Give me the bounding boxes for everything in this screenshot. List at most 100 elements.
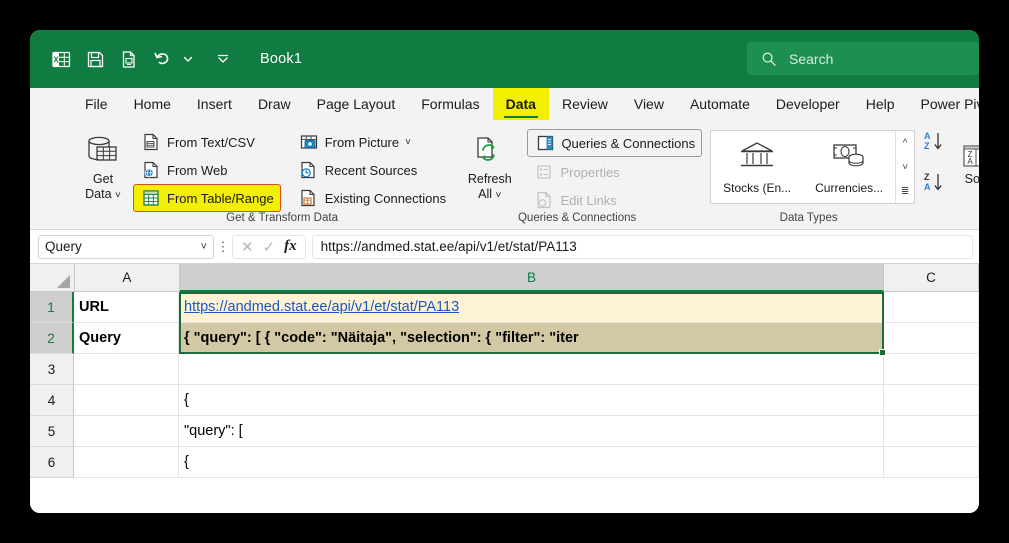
- search-icon: [759, 49, 779, 69]
- svg-text:X: X: [53, 55, 59, 64]
- row-header-6[interactable]: 6: [30, 447, 74, 478]
- tab-data[interactable]: Data: [492, 88, 549, 120]
- from-web-button[interactable]: From Web: [134, 157, 280, 183]
- row-header-2[interactable]: 2: [30, 323, 74, 354]
- cell-c6[interactable]: [884, 447, 979, 478]
- cell-b6[interactable]: {: [179, 447, 884, 478]
- tab-insert[interactable]: Insert: [184, 88, 245, 120]
- cell-a1[interactable]: URL: [74, 292, 179, 323]
- refresh-all-icon: [470, 130, 510, 172]
- cell-a3[interactable]: [74, 354, 179, 385]
- cell-b5[interactable]: "query": [: [179, 416, 884, 447]
- column-header-a[interactable]: A: [74, 264, 180, 292]
- ribbon-group-data-types: Stocks (En... Currencies... ^ ˅ ≣ Data T…: [702, 120, 916, 228]
- name-box[interactable]: Query ˅: [38, 234, 214, 259]
- excel-logo-icon[interactable]: X: [44, 42, 78, 76]
- tab-automate[interactable]: Automate: [677, 88, 763, 120]
- currencies-data-type[interactable]: Currencies...: [803, 131, 895, 203]
- scroll-down-icon[interactable]: ˅: [896, 155, 914, 179]
- edit-links-label: Edit Links: [560, 192, 617, 208]
- properties-label: Properties: [560, 164, 620, 180]
- queries-connections-toggle[interactable]: Queries & Connections: [527, 129, 703, 157]
- cancel-icon[interactable]: ✕: [241, 238, 254, 256]
- from-text-csv-button[interactable]: From Text/CSV: [134, 129, 280, 155]
- get-data-label-line2: Data ˅: [85, 187, 121, 203]
- scroll-up-icon[interactable]: ^: [896, 131, 914, 155]
- group-label-data-types: Data Types: [779, 212, 838, 224]
- group-label-get-transform: Get & Transform Data: [226, 212, 338, 224]
- tab-draw[interactable]: Draw: [245, 88, 304, 120]
- chevron-down-icon: ˅: [115, 190, 121, 201]
- row-header-5[interactable]: 5: [30, 416, 74, 447]
- chevron-down-icon[interactable]: ˅: [201, 241, 207, 253]
- column-header-c[interactable]: C: [884, 264, 979, 292]
- undo-chevron-icon[interactable]: [180, 42, 196, 76]
- cell-b4[interactable]: {: [179, 385, 884, 416]
- cell-c5[interactable]: [884, 416, 979, 447]
- save-icon[interactable]: [78, 42, 112, 76]
- search-input[interactable]: Search: [747, 42, 979, 75]
- formula-bar-tools: ✕ ✓ fx: [232, 234, 306, 259]
- sort-descending-icon[interactable]: ZA: [921, 171, 947, 198]
- screenshot-root: X Book1 Search File Home Insert Draw Pag…: [0, 0, 1009, 543]
- search-placeholder: Search: [789, 50, 834, 67]
- recent-sources-label: Recent Sources: [324, 162, 418, 178]
- web-icon: [140, 160, 162, 180]
- queries-connections-icon: [534, 133, 556, 153]
- row-header-3[interactable]: 3: [30, 354, 74, 385]
- table-row: 5 "query": [: [30, 416, 979, 447]
- select-all-corner[interactable]: [30, 264, 75, 292]
- table-row: 3: [30, 354, 979, 385]
- tab-review[interactable]: Review: [549, 88, 621, 120]
- tab-developer[interactable]: Developer: [763, 88, 853, 120]
- name-box-overflow-icon[interactable]: ⋮: [214, 239, 232, 255]
- tab-file[interactable]: File: [72, 88, 121, 120]
- tab-view[interactable]: View: [621, 88, 677, 120]
- sort-button[interactable]: ZAAZ Sort: [949, 126, 979, 187]
- chevron-down-icon: ˅: [495, 190, 502, 201]
- from-picture-button[interactable]: From Picture ˅: [292, 129, 452, 155]
- cell-c3[interactable]: [884, 354, 979, 385]
- table-row: 1 URL https://andmed.stat.ee/api/v1/et/s…: [30, 292, 979, 323]
- cell-a2[interactable]: Query: [74, 323, 179, 354]
- insert-function-icon[interactable]: fx: [284, 238, 297, 255]
- refresh-all-button[interactable]: Refresh All ˅: [458, 126, 521, 203]
- tab-formulas[interactable]: Formulas: [408, 88, 492, 120]
- tab-page-layout[interactable]: Page Layout: [304, 88, 409, 120]
- cell-c1[interactable]: [884, 292, 979, 323]
- fill-handle[interactable]: [879, 349, 886, 356]
- ribbon-group-get-transform: Get Data ˅ From Text/CSV From Web From T…: [72, 120, 452, 228]
- gallery-expand-icon[interactable]: ≣: [896, 179, 914, 203]
- gallery-scrollbar[interactable]: ^ ˅ ≣: [895, 131, 914, 203]
- formula-input[interactable]: https://andmed.stat.ee/api/v1/et/stat/PA…: [311, 234, 973, 259]
- cell-b3[interactable]: [179, 354, 884, 385]
- cell-a5[interactable]: [74, 416, 179, 447]
- enter-icon[interactable]: ✓: [263, 238, 276, 256]
- sort-ascending-icon[interactable]: AZ: [921, 130, 947, 157]
- cell-a4[interactable]: [74, 385, 179, 416]
- sort-label: Sort: [964, 172, 979, 186]
- tab-home[interactable]: Home: [121, 88, 184, 120]
- existing-connections-button[interactable]: Existing Connections: [292, 185, 452, 211]
- from-table-range-button[interactable]: From Table/Range: [133, 184, 281, 212]
- print-preview-icon[interactable]: [112, 42, 146, 76]
- formula-bar: Query ˅ ⋮ ✕ ✓ fx https://andmed.stat.ee/…: [30, 230, 979, 264]
- customize-qat-icon[interactable]: [206, 42, 240, 76]
- row-header-1[interactable]: 1: [30, 292, 74, 323]
- cell-c4[interactable]: [884, 385, 979, 416]
- edit-links-button: Edit Links: [527, 187, 702, 213]
- tab-power-pivot[interactable]: Power Pivot: [908, 88, 979, 120]
- stocks-data-type[interactable]: Stocks (En...: [711, 131, 803, 203]
- cell-b1[interactable]: https://andmed.stat.ee/api/v1/et/stat/PA…: [179, 292, 884, 323]
- cell-b2[interactable]: { "query": [ { "code": "Näitaja", "selec…: [179, 323, 884, 354]
- recent-sources-button[interactable]: Recent Sources: [292, 157, 452, 183]
- cell-a6[interactable]: [74, 447, 179, 478]
- column-header-b[interactable]: B: [179, 264, 885, 292]
- cell-c2[interactable]: [884, 323, 979, 354]
- currencies-icon: [831, 139, 867, 178]
- tab-help[interactable]: Help: [853, 88, 908, 120]
- undo-icon[interactable]: [146, 42, 180, 76]
- row-header-4[interactable]: 4: [30, 385, 74, 416]
- refresh-all-line2-text: All: [478, 187, 493, 201]
- get-data-button[interactable]: Get Data ˅: [72, 126, 134, 203]
